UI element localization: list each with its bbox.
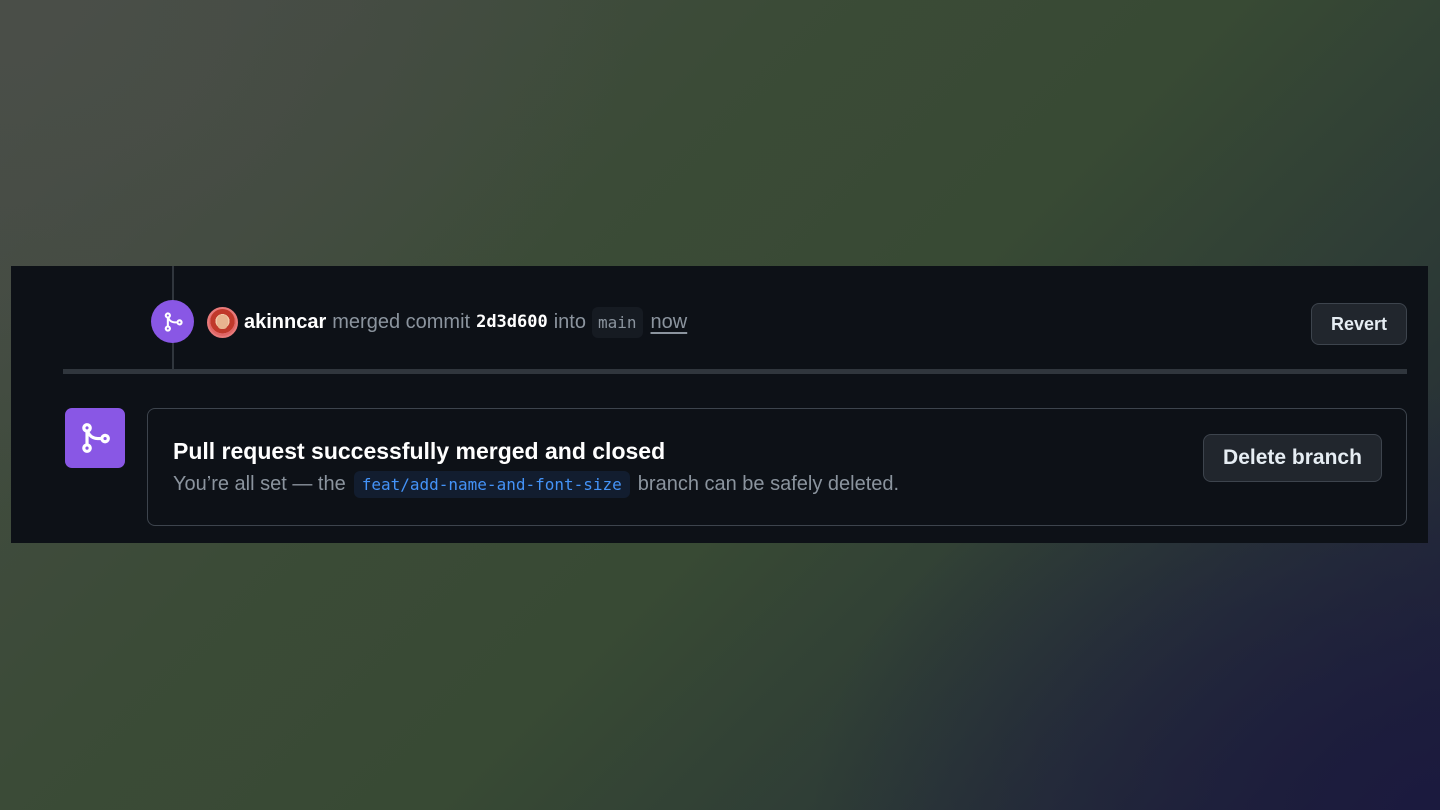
timeline-divider bbox=[63, 369, 1407, 374]
git-merge-icon bbox=[82, 423, 110, 453]
pr-timeline-panel: akinncar merged commit 2d3d600 into main… bbox=[11, 266, 1428, 543]
base-branch-label[interactable]: main bbox=[591, 306, 643, 338]
head-branch-label[interactable]: feat/add-name-and-font-size bbox=[353, 471, 630, 498]
desc-prefix: You’re all set — the bbox=[173, 473, 346, 495]
into-label: into bbox=[553, 310, 586, 333]
actor-link[interactable]: akinncar bbox=[244, 311, 326, 334]
git-merge-icon bbox=[151, 300, 194, 343]
timestamp-link[interactable]: now bbox=[651, 311, 688, 334]
revert-button[interactable]: Revert bbox=[1311, 303, 1407, 345]
delete-branch-button[interactable]: Delete branch bbox=[1203, 434, 1382, 482]
merge-event-row: akinncar merged commit 2d3d600 into main… bbox=[207, 306, 687, 338]
merge-status-title: Pull request successfully merged and clo… bbox=[173, 438, 666, 464]
user-avatar[interactable] bbox=[207, 306, 238, 338]
merge-status-box: Pull request successfully merged and clo… bbox=[147, 408, 1407, 526]
event-action: merged commit bbox=[332, 310, 471, 333]
commit-sha-link[interactable]: 2d3d600 bbox=[476, 312, 548, 332]
desc-suffix: branch can be safely deleted. bbox=[637, 473, 900, 495]
merge-status-description: You’re all set — the feat/add-name-and-f… bbox=[173, 471, 899, 498]
merged-status-icon bbox=[65, 408, 125, 468]
